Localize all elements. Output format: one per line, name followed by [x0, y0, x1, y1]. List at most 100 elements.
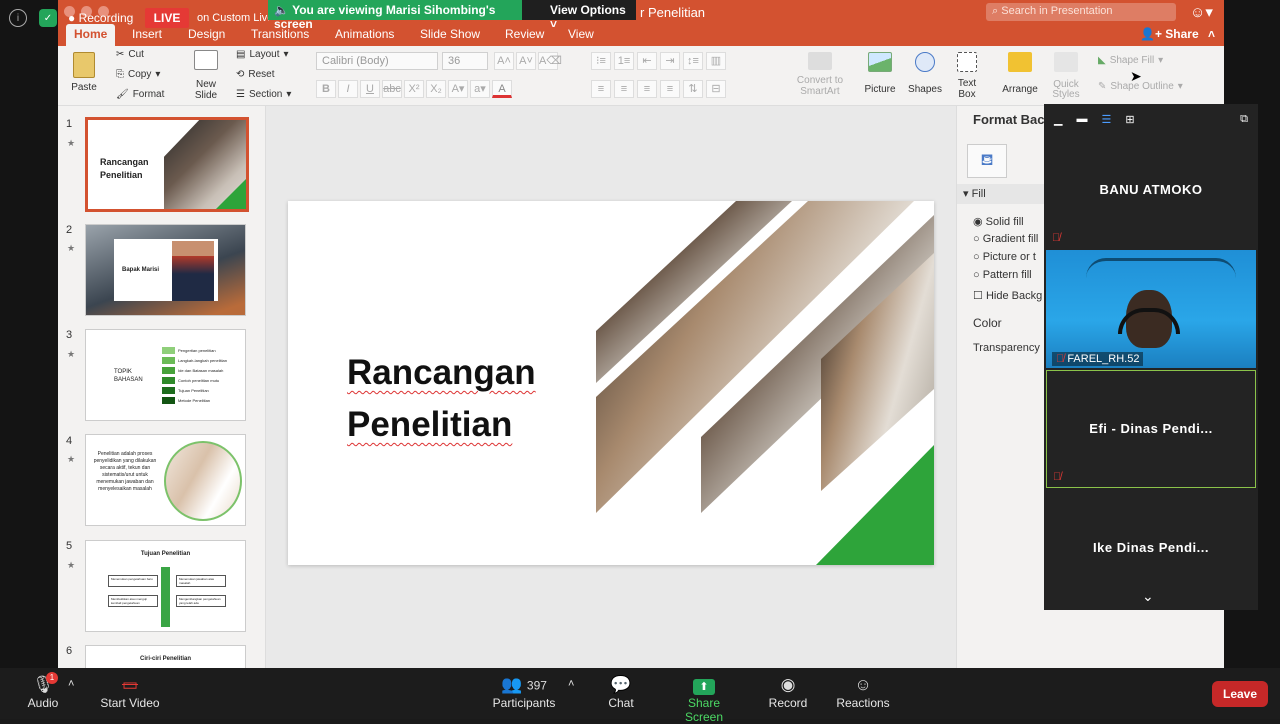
thumbnail-slide-4[interactable]: Penelitian adalah proses penyelidikan ya…	[85, 434, 246, 526]
text-box-button[interactable]: Text Box	[954, 52, 980, 100]
superscript-icon[interactable]: X²	[404, 80, 424, 98]
paste-button[interactable]: Paste	[64, 52, 104, 93]
radio-gradient-fill[interactable]: ○ Gradient fill	[973, 233, 1038, 245]
recording-indicator[interactable]: ● Recording	[68, 11, 133, 25]
quick-styles-icon	[1054, 52, 1078, 72]
align-right-icon[interactable]: ≡	[637, 80, 657, 98]
minimize-icon[interactable]: ▁	[1054, 113, 1062, 126]
thumbnail-slide-5[interactable]: Tujuan Penelitian Menemukan pengetahuan …	[85, 540, 246, 632]
bullets-icon[interactable]: ⁝≡	[591, 52, 611, 70]
convert-smartart-button[interactable]: Convert to SmartArt	[791, 52, 849, 97]
single-view-icon[interactable]: ▬	[1076, 113, 1087, 125]
line-spacing-icon[interactable]: ↕≡	[683, 52, 703, 70]
star-icon: ★	[67, 243, 76, 253]
reactions-button[interactable]: ☺ Reactions	[836, 674, 890, 710]
tab-animations[interactable]: Animations	[335, 27, 394, 41]
chat-button[interactable]: 💬 Chat	[603, 674, 639, 710]
thumbnail-slide-3[interactable]: TOPIK BAHASAN Pengertian penelitian Lang…	[85, 329, 246, 421]
participant-tile-active[interactable]: Efi - Dinas Pendi... 🎙̸	[1046, 370, 1256, 488]
align-left-icon[interactable]: ≡	[591, 80, 611, 98]
shapes-button[interactable]: Shapes	[907, 52, 943, 95]
chevron-down-icon: ▾	[1158, 55, 1164, 66]
smiley-feedback-icon[interactable]: ☺▾	[1190, 3, 1213, 21]
audio-options-chevron-icon[interactable]: ˄	[68, 678, 74, 690]
participant-tile-video[interactable]: 🎙̸ FAREL_RH.52	[1046, 250, 1256, 368]
align-text-icon[interactable]: ⊟	[706, 80, 726, 98]
shape-fill-button[interactable]: ◣ Shape Fill ▾	[1098, 55, 1163, 66]
tab-review[interactable]: Review	[505, 27, 544, 41]
text-effects-icon[interactable]: A▾	[448, 80, 468, 98]
format-painter-button[interactable]: 🖌 Format	[116, 89, 164, 100]
participants-chevron-icon[interactable]: ˄	[568, 678, 574, 690]
slide-photo-collage	[596, 201, 934, 565]
thumb-box: Mengembangkan pengetahuan yang telah ada	[176, 595, 226, 607]
leave-button[interactable]: Leave	[1212, 681, 1268, 707]
increase-indent-icon[interactable]: ⇥	[660, 52, 680, 70]
checkbox-icon: ☐	[973, 290, 983, 302]
strip-view-icon[interactable]: ☰	[1101, 113, 1111, 126]
reset-button[interactable]: ⟲ Reset	[236, 69, 275, 80]
quick-styles-button[interactable]: Quick Styles	[1048, 52, 1084, 100]
tab-view[interactable]: View	[568, 27, 594, 41]
subscript-icon[interactable]: X₂	[426, 80, 446, 98]
picture-button[interactable]: Picture	[862, 52, 898, 95]
justify-icon[interactable]: ≡	[660, 80, 680, 98]
cut-button[interactable]: ✂ Cut	[116, 49, 144, 60]
columns-icon[interactable]: ▥	[706, 52, 726, 70]
underline-icon[interactable]: U	[360, 80, 380, 98]
scroll-down-chevron-icon[interactable]: ⌄	[1142, 588, 1154, 605]
participants-button[interactable]: 👥 397 Participants	[490, 674, 558, 710]
current-slide[interactable]: Rancangan Penelitian	[288, 201, 934, 565]
participant-tile[interactable]: BANU ATMOKO 🎙̸	[1046, 134, 1256, 250]
search-box[interactable]: ⌕ Search in Presentation	[986, 3, 1176, 21]
arrange-button[interactable]: Arrange	[1001, 52, 1039, 95]
audio-button[interactable]: 🎙 Audio 1	[24, 672, 62, 710]
section-button[interactable]: ☰ Section ▾	[236, 89, 291, 100]
italic-icon[interactable]: I	[338, 80, 358, 98]
copy-button[interactable]: ⎘ Copy ▾	[116, 69, 160, 80]
view-options-button[interactable]: View Options ˅	[522, 0, 636, 31]
radio-picture-fill[interactable]: ○ Picture or t	[973, 251, 1036, 263]
layout-button[interactable]: ▤ Layout ▾	[236, 49, 289, 60]
hide-background-checkbox[interactable]: ☐ Hide Backg	[973, 289, 1042, 302]
highlight-icon[interactable]: a▾	[470, 80, 490, 98]
security-shield-icon[interactable]: ✓	[39, 9, 57, 27]
font-color-icon[interactable]: A	[492, 80, 512, 98]
participant-name: Efi - Dinas Pendi...	[1089, 421, 1213, 436]
thumbnail-slide-2[interactable]: Bapak Marisi	[85, 224, 246, 316]
radio-solid-fill[interactable]: ◉ Solid fill	[973, 215, 1024, 228]
live-badge[interactable]: LIVE	[145, 8, 189, 28]
font-size-select[interactable]: 36	[442, 52, 488, 70]
info-icon[interactable]: i	[9, 9, 27, 27]
streaming-text: on Custom Live Streaming service	[197, 12, 269, 24]
increase-font-icon[interactable]: A˄	[494, 52, 514, 70]
fill-tab-button[interactable]: ⛾	[967, 144, 1007, 178]
clear-format-icon[interactable]: A⌫	[538, 52, 562, 70]
record-button[interactable]: ◉ Record	[766, 674, 810, 710]
slide-thumbnails: 1 ★ Rancangan Penelitian 2 ★ Bapak Maris…	[58, 106, 266, 668]
grid-view-icon[interactable]: ⊞	[1125, 113, 1134, 126]
tab-design[interactable]: Design	[188, 27, 225, 41]
tab-slide-show[interactable]: Slide Show	[420, 27, 480, 41]
thumbnail-slide-1[interactable]: Rancangan Penelitian	[85, 117, 249, 212]
document-title: r Penelitian	[640, 5, 706, 20]
share-button[interactable]: 👤+ Share ˄	[1140, 27, 1215, 41]
decrease-font-icon[interactable]: A˅	[516, 52, 536, 70]
share-screen-button[interactable]: ⬆ Share Screen	[668, 674, 740, 724]
slide-title[interactable]: Rancangan Penelitian	[347, 347, 536, 451]
strikethrough-icon[interactable]: abc	[382, 80, 402, 98]
participant-tile[interactable]: Ike Dinas Pendi...	[1046, 490, 1256, 590]
radio-pattern-fill[interactable]: ○ Pattern fill	[973, 269, 1032, 281]
tab-home[interactable]: Home	[66, 24, 116, 46]
text-direction-icon[interactable]: ⇅	[683, 80, 703, 98]
new-slide-button[interactable]: New Slide	[188, 50, 224, 101]
numbering-icon[interactable]: 1≡	[614, 52, 634, 70]
align-center-icon[interactable]: ≡	[614, 80, 634, 98]
start-video-button[interactable]: ▭ Start Video	[98, 674, 162, 710]
exit-panel-icon[interactable]: ⧉	[1240, 113, 1248, 126]
decrease-indent-icon[interactable]: ⇤	[637, 52, 657, 70]
bold-icon[interactable]: B	[316, 80, 336, 98]
font-name-select[interactable]: Calibri (Body)	[316, 52, 438, 70]
thumbnail-slide-6[interactable]: Ciri-ciri Penelitian	[85, 645, 246, 668]
tab-insert[interactable]: Insert	[132, 27, 162, 41]
